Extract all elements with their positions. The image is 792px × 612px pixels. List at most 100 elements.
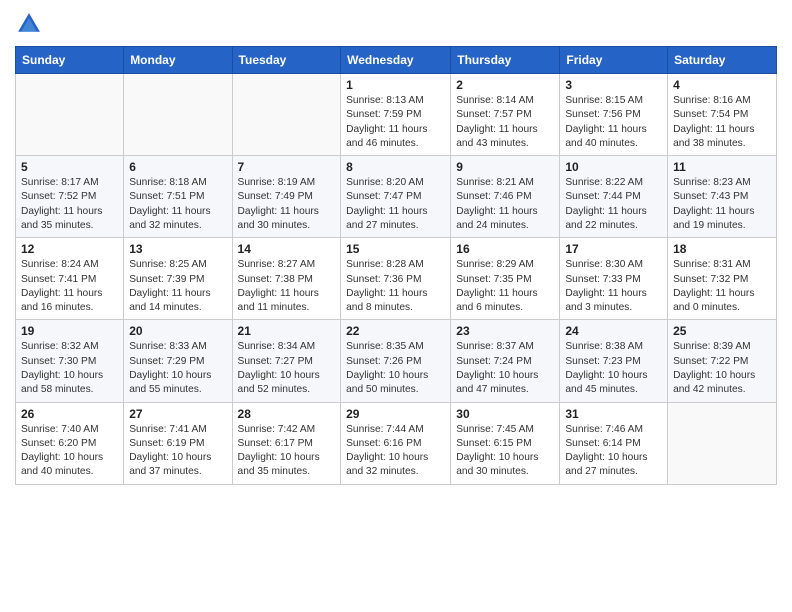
- day-number: 12: [21, 242, 118, 256]
- day-info: Sunrise: 8:34 AM Sunset: 7:27 PM Dayligh…: [238, 340, 336, 397]
- calendar-cell: 27 Sunrise: 7:41 AM Sunset: 6:19 PM Dayli…: [124, 402, 232, 484]
- day-info: Sunrise: 8:21 AM Sunset: 7:46 PM Dayligh…: [456, 176, 554, 233]
- calendar-cell: [668, 402, 777, 484]
- weekday-header-thursday: Thursday: [451, 47, 560, 74]
- calendar-cell: 8 Sunrise: 8:20 AM Sunset: 7:47 PM Daylig…: [341, 156, 451, 238]
- day-number: 29: [346, 407, 445, 421]
- calendar-cell: 3 Sunrise: 8:15 AM Sunset: 7:56 PM Daylig…: [560, 74, 668, 156]
- calendar-cell: 24 Sunrise: 8:38 AM Sunset: 7:23 PM Dayli…: [560, 320, 668, 402]
- weekday-header-saturday: Saturday: [668, 47, 777, 74]
- calendar-cell: 21 Sunrise: 8:34 AM Sunset: 7:27 PM Dayli…: [232, 320, 341, 402]
- day-number: 25: [673, 324, 771, 338]
- calendar-table: SundayMondayTuesdayWednesdayThursdayFrid…: [15, 46, 777, 485]
- calendar-cell: 11 Sunrise: 8:23 AM Sunset: 7:43 PM Dayli…: [668, 156, 777, 238]
- day-info: Sunrise: 8:23 AM Sunset: 7:43 PM Dayligh…: [673, 176, 771, 233]
- day-info: Sunrise: 8:24 AM Sunset: 7:41 PM Dayligh…: [21, 258, 118, 315]
- day-number: 8: [346, 160, 445, 174]
- day-number: 7: [238, 160, 336, 174]
- day-info: Sunrise: 7:46 AM Sunset: 6:14 PM Dayligh…: [565, 423, 662, 480]
- day-info: Sunrise: 7:44 AM Sunset: 6:16 PM Dayligh…: [346, 423, 445, 480]
- day-number: 24: [565, 324, 662, 338]
- day-info: Sunrise: 8:29 AM Sunset: 7:35 PM Dayligh…: [456, 258, 554, 315]
- calendar-cell: 12 Sunrise: 8:24 AM Sunset: 7:41 PM Dayli…: [16, 238, 124, 320]
- day-info: Sunrise: 8:33 AM Sunset: 7:29 PM Dayligh…: [129, 340, 226, 397]
- calendar-cell: 20Sunrise: 8:33 AM Sunset: 7:29 PM Dayli…: [124, 320, 232, 402]
- day-info: Sunrise: 8:20 AM Sunset: 7:47 PM Dayligh…: [346, 176, 445, 233]
- day-info: Sunrise: 8:31 AM Sunset: 7:32 PM Dayligh…: [673, 258, 771, 315]
- page: SundayMondayTuesdayWednesdayThursdayFrid…: [0, 0, 792, 612]
- day-info: Sunrise: 8:15 AM Sunset: 7:56 PM Dayligh…: [565, 94, 662, 151]
- calendar-cell: 31 Sunrise: 7:46 AM Sunset: 6:14 PM Dayli…: [560, 402, 668, 484]
- logo: [15, 10, 47, 38]
- calendar-cell: 10 Sunrise: 8:22 AM Sunset: 7:44 PM Dayli…: [560, 156, 668, 238]
- day-number: 6: [129, 160, 226, 174]
- day-number: 11: [673, 160, 771, 174]
- calendar-cell: 23Sunrise: 8:37 AM Sunset: 7:24 PM Dayli…: [451, 320, 560, 402]
- calendar-cell: 18 Sunrise: 8:31 AM Sunset: 7:32 PM Dayli…: [668, 238, 777, 320]
- day-info: Sunrise: 8:28 AM Sunset: 7:36 PM Dayligh…: [346, 258, 445, 315]
- day-number: 16: [456, 242, 554, 256]
- calendar-week-2: 5 Sunrise: 8:17 AM Sunset: 7:52 PM Daylig…: [16, 156, 777, 238]
- weekday-header-friday: Friday: [560, 47, 668, 74]
- calendar-week-5: 26 Sunrise: 7:40 AM Sunset: 6:20 PM Dayli…: [16, 402, 777, 484]
- calendar-cell: [16, 74, 124, 156]
- day-info: Sunrise: 8:16 AM Sunset: 7:54 PM Dayligh…: [673, 94, 771, 151]
- calendar-cell: 9Sunrise: 8:21 AM Sunset: 7:46 PM Daylig…: [451, 156, 560, 238]
- day-info: Sunrise: 8:13 AM Sunset: 7:59 PM Dayligh…: [346, 94, 445, 151]
- day-info: Sunrise: 8:30 AM Sunset: 7:33 PM Dayligh…: [565, 258, 662, 315]
- day-info: Sunrise: 7:45 AM Sunset: 6:15 PM Dayligh…: [456, 423, 554, 480]
- calendar-cell: [124, 74, 232, 156]
- day-number: 10: [565, 160, 662, 174]
- day-number: 21: [238, 324, 336, 338]
- day-info: Sunrise: 8:22 AM Sunset: 7:44 PM Dayligh…: [565, 176, 662, 233]
- calendar-cell: 16 Sunrise: 8:29 AM Sunset: 7:35 PM Dayli…: [451, 238, 560, 320]
- day-info: Sunrise: 8:39 AM Sunset: 7:22 PM Dayligh…: [673, 340, 771, 397]
- day-number: 5: [21, 160, 118, 174]
- day-info: Sunrise: 8:35 AM Sunset: 7:26 PM Dayligh…: [346, 340, 445, 397]
- day-info: Sunrise: 8:38 AM Sunset: 7:23 PM Dayligh…: [565, 340, 662, 397]
- day-number: 26: [21, 407, 118, 421]
- day-number: 4: [673, 78, 771, 92]
- calendar-cell: 7 Sunrise: 8:19 AM Sunset: 7:49 PM Daylig…: [232, 156, 341, 238]
- calendar-cell: 14Sunrise: 8:27 AM Sunset: 7:38 PM Dayli…: [232, 238, 341, 320]
- day-info: Sunrise: 8:19 AM Sunset: 7:49 PM Dayligh…: [238, 176, 336, 233]
- calendar-cell: 13Sunrise: 8:25 AM Sunset: 7:39 PM Dayli…: [124, 238, 232, 320]
- day-number: 3: [565, 78, 662, 92]
- day-number: 18: [673, 242, 771, 256]
- calendar-cell: 6 Sunrise: 8:18 AM Sunset: 7:51 PM Daylig…: [124, 156, 232, 238]
- day-info: Sunrise: 7:41 AM Sunset: 6:19 PM Dayligh…: [129, 423, 226, 480]
- day-info: Sunrise: 8:17 AM Sunset: 7:52 PM Dayligh…: [21, 176, 118, 233]
- weekday-header-wednesday: Wednesday: [341, 47, 451, 74]
- calendar-cell: 22 Sunrise: 8:35 AM Sunset: 7:26 PM Dayli…: [341, 320, 451, 402]
- day-number: 31: [565, 407, 662, 421]
- day-info: Sunrise: 8:18 AM Sunset: 7:51 PM Dayligh…: [129, 176, 226, 233]
- weekday-header-monday: Monday: [124, 47, 232, 74]
- day-info: Sunrise: 7:40 AM Sunset: 6:20 PM Dayligh…: [21, 423, 118, 480]
- day-info: Sunrise: 8:14 AM Sunset: 7:57 PM Dayligh…: [456, 94, 554, 151]
- logo-icon: [15, 10, 43, 38]
- calendar-cell: 15Sunrise: 8:28 AM Sunset: 7:36 PM Dayli…: [341, 238, 451, 320]
- calendar-cell: 1Sunrise: 8:13 AM Sunset: 7:59 PM Daylig…: [341, 74, 451, 156]
- calendar-cell: 17Sunrise: 8:30 AM Sunset: 7:33 PM Dayli…: [560, 238, 668, 320]
- day-number: 28: [238, 407, 336, 421]
- day-number: 22: [346, 324, 445, 338]
- calendar-cell: 28 Sunrise: 7:42 AM Sunset: 6:17 PM Dayli…: [232, 402, 341, 484]
- calendar-cell: 25 Sunrise: 8:39 AM Sunset: 7:22 PM Dayli…: [668, 320, 777, 402]
- calendar-cell: [232, 74, 341, 156]
- calendar-cell: 30Sunrise: 7:45 AM Sunset: 6:15 PM Dayli…: [451, 402, 560, 484]
- day-info: Sunrise: 7:42 AM Sunset: 6:17 PM Dayligh…: [238, 423, 336, 480]
- weekday-header-sunday: Sunday: [16, 47, 124, 74]
- day-number: 27: [129, 407, 226, 421]
- day-info: Sunrise: 8:32 AM Sunset: 7:30 PM Dayligh…: [21, 340, 118, 397]
- header: [15, 10, 777, 38]
- day-number: 2: [456, 78, 554, 92]
- weekday-header-tuesday: Tuesday: [232, 47, 341, 74]
- day-info: Sunrise: 8:27 AM Sunset: 7:38 PM Dayligh…: [238, 258, 336, 315]
- day-number: 23: [456, 324, 554, 338]
- calendar-week-4: 19 Sunrise: 8:32 AM Sunset: 7:30 PM Dayli…: [16, 320, 777, 402]
- day-number: 19: [21, 324, 118, 338]
- calendar-cell: 5 Sunrise: 8:17 AM Sunset: 7:52 PM Daylig…: [16, 156, 124, 238]
- calendar-cell: 2 Sunrise: 8:14 AM Sunset: 7:57 PM Daylig…: [451, 74, 560, 156]
- calendar-header-row: SundayMondayTuesdayWednesdayThursdayFrid…: [16, 47, 777, 74]
- day-info: Sunrise: 8:25 AM Sunset: 7:39 PM Dayligh…: [129, 258, 226, 315]
